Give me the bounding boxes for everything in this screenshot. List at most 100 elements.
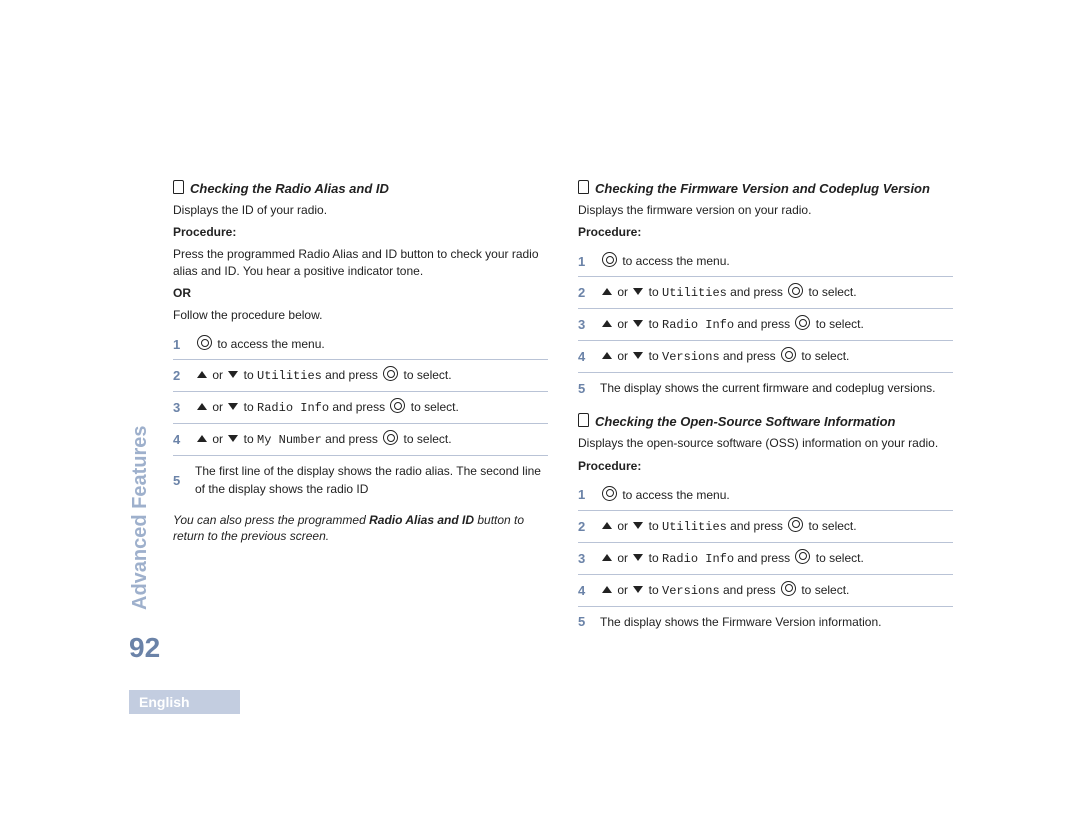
- step-row-3: 3 or to Radio Info and press to select.: [578, 309, 953, 341]
- ok-button-icon: [788, 283, 803, 298]
- step-text: The first line of the display shows the …: [195, 462, 548, 498]
- down-arrow-icon: [633, 586, 643, 593]
- step-row-2: 2 or to Utilities and press to select.: [578, 277, 953, 309]
- up-arrow-icon: [602, 522, 612, 529]
- step-number: 5: [173, 473, 195, 488]
- section-title-radio-alias: Checking the Radio Alias and ID: [173, 180, 548, 196]
- step-number: 3: [578, 317, 600, 332]
- down-arrow-icon: [633, 288, 643, 295]
- up-arrow-icon: [197, 403, 207, 410]
- step-text: The display shows the current firmware a…: [600, 379, 953, 397]
- step-text: or to Versions and press to select.: [600, 581, 953, 600]
- section-title-oss: Checking the Open-Source Software Inform…: [578, 413, 953, 429]
- doc-icon: [173, 180, 184, 194]
- doc-icon: [578, 180, 589, 194]
- up-arrow-icon: [602, 320, 612, 327]
- step-row-1: 1 to access the menu.: [578, 246, 953, 277]
- step-row-3: 3 or to Radio Info and press to select.: [173, 392, 548, 424]
- up-arrow-icon: [602, 352, 612, 359]
- up-arrow-icon: [602, 288, 612, 295]
- step-text: or to Utilities and press to select.: [600, 517, 953, 536]
- step-text: or to Radio Info and press to select.: [600, 315, 953, 334]
- step-text: The display shows the Firmware Version i…: [600, 613, 953, 631]
- step-row-2: 2 or to Utilities and press to select.: [173, 360, 548, 392]
- down-arrow-icon: [228, 371, 238, 378]
- up-arrow-icon: [602, 586, 612, 593]
- procedure-label: Procedure:: [578, 224, 953, 240]
- down-arrow-icon: [228, 435, 238, 442]
- section-title-text: Checking the Radio Alias and ID: [190, 181, 389, 196]
- page-number: 92: [129, 632, 160, 664]
- step-row-5: 5 The first line of the display shows th…: [173, 456, 548, 504]
- step-number: 4: [578, 583, 600, 598]
- ok-button-icon: [795, 315, 810, 330]
- step-text: or to Radio Info and press to select.: [600, 549, 953, 568]
- step-number: 1: [578, 254, 600, 269]
- step-text: to access the menu.: [600, 486, 953, 504]
- step-row-2: 2 or to Utilities and press to select.: [578, 511, 953, 543]
- step-text: to access the menu.: [600, 252, 953, 270]
- procedure-label: Procedure:: [173, 224, 548, 240]
- ok-button-icon: [602, 252, 617, 267]
- section-title-text: Checking the Firmware Version and Codepl…: [595, 181, 930, 196]
- ok-button-icon: [197, 335, 212, 350]
- step-row-4: 4 or to Versions and press to select.: [578, 341, 953, 373]
- side-chapter-label: Advanced Features: [129, 425, 152, 610]
- step-row-4: 4 or to Versions and press to select.: [578, 575, 953, 607]
- down-arrow-icon: [633, 352, 643, 359]
- step-number: 3: [578, 551, 600, 566]
- down-arrow-icon: [633, 554, 643, 561]
- step-text: or to Utilities and press to select.: [195, 366, 548, 385]
- up-arrow-icon: [197, 435, 207, 442]
- ok-button-icon: [383, 430, 398, 445]
- ok-button-icon: [781, 347, 796, 362]
- step-number: 1: [173, 337, 195, 352]
- step-number: 2: [578, 519, 600, 534]
- press-instruction: Press the programmed Radio Alias and ID …: [173, 246, 548, 278]
- section-title-text: Checking the Open-Source Software Inform…: [595, 414, 895, 429]
- step-row-1: 1 to access the menu.: [173, 329, 548, 360]
- step-number: 3: [173, 400, 195, 415]
- content-area: Checking the Radio Alias and ID Displays…: [173, 180, 953, 637]
- step-row-1: 1 to access the menu.: [578, 480, 953, 511]
- intro-text: Displays the ID of your radio.: [173, 202, 548, 218]
- language-label: English: [129, 690, 240, 714]
- left-column: Checking the Radio Alias and ID Displays…: [173, 180, 548, 637]
- step-text: to access the menu.: [195, 335, 548, 353]
- up-arrow-icon: [197, 371, 207, 378]
- step-row-5: 5 The display shows the Firmware Version…: [578, 607, 953, 637]
- step-text: or to My Number and press to select.: [195, 430, 548, 449]
- intro-text: Displays the firmware version on your ra…: [578, 202, 953, 218]
- document-page: Advanced Features 92 English Checking th…: [0, 0, 1080, 834]
- step-text: or to Utilities and press to select.: [600, 283, 953, 302]
- step-text: or to Versions and press to select.: [600, 347, 953, 366]
- step-number: 4: [173, 432, 195, 447]
- down-arrow-icon: [228, 403, 238, 410]
- step-text: or to Radio Info and press to select.: [195, 398, 548, 417]
- ok-button-icon: [795, 549, 810, 564]
- ok-button-icon: [781, 581, 796, 596]
- step-number: 4: [578, 349, 600, 364]
- step-number: 5: [578, 381, 600, 396]
- step-row-4: 4 or to My Number and press to select.: [173, 424, 548, 456]
- step-row-5: 5 The display shows the current firmware…: [578, 373, 953, 403]
- ok-button-icon: [788, 517, 803, 532]
- up-arrow-icon: [602, 554, 612, 561]
- note-text: You can also press the programmed Radio …: [173, 512, 548, 544]
- step-number: 2: [173, 368, 195, 383]
- down-arrow-icon: [633, 522, 643, 529]
- step-number: 5: [578, 614, 600, 629]
- follow-text: Follow the procedure below.: [173, 307, 548, 323]
- ok-button-icon: [383, 366, 398, 381]
- step-number: 2: [578, 285, 600, 300]
- procedure-label: Procedure:: [578, 458, 953, 474]
- step-number: 1: [578, 487, 600, 502]
- section-title-firmware: Checking the Firmware Version and Codepl…: [578, 180, 953, 196]
- or-label: OR: [173, 285, 548, 301]
- ok-button-icon: [602, 486, 617, 501]
- ok-button-icon: [390, 398, 405, 413]
- right-column: Checking the Firmware Version and Codepl…: [578, 180, 953, 637]
- step-row-3: 3 or to Radio Info and press to select.: [578, 543, 953, 575]
- down-arrow-icon: [633, 320, 643, 327]
- doc-icon: [578, 413, 589, 427]
